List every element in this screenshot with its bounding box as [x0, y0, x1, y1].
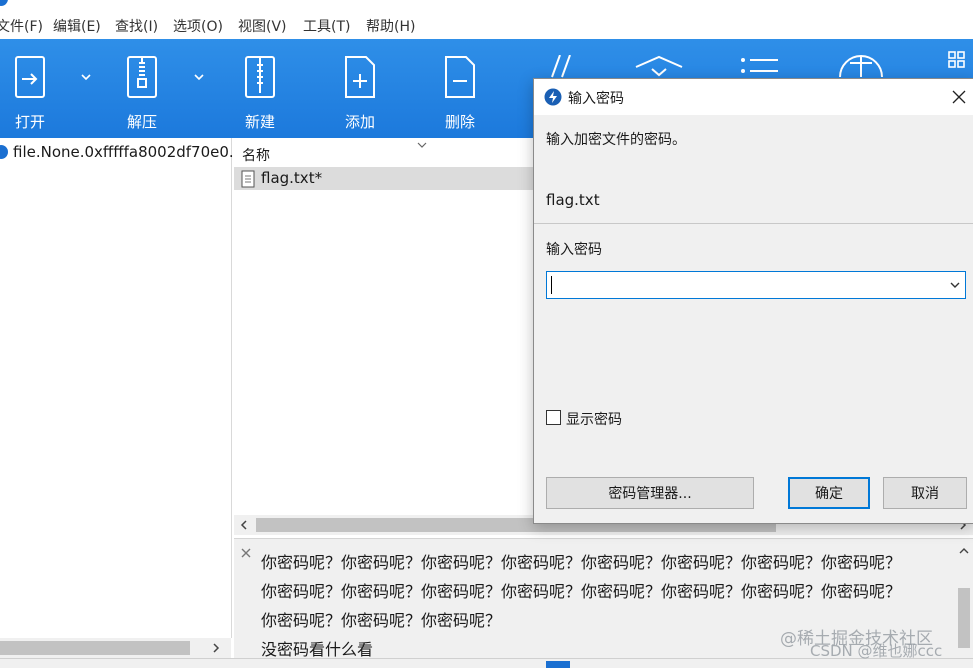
new-label: 新建	[244, 113, 275, 131]
add-file-icon	[345, 56, 375, 98]
text-caret	[551, 276, 552, 294]
text-file-icon	[241, 170, 255, 188]
sort-chevron-icon	[417, 142, 427, 148]
scrollbar-thumb[interactable]	[958, 588, 970, 648]
menu-edit[interactable]: 编辑(E)	[53, 16, 101, 36]
show-password-label[interactable]: 显示密码	[566, 409, 622, 429]
dialog-filename: flag.txt	[546, 191, 600, 209]
column-name-label: 名称	[242, 148, 270, 164]
new-archive-icon	[245, 56, 275, 98]
scroll-right-icon[interactable]	[210, 642, 222, 654]
dialog-title: 输入密码	[568, 91, 624, 107]
app-logo-icon	[544, 88, 562, 106]
table-row[interactable]: flag.txt*	[234, 167, 534, 190]
password-dialog: 输入密码 输入加密文件的密码。 flag.txt 输入密码 显示密码 密码管理器…	[533, 78, 973, 524]
menu-find[interactable]: 查找(I)	[115, 16, 158, 36]
comment-line: 你密码呢？你密码呢？你密码呢？你密码呢？你密码呢？你密码呢？你密码呢？你密码呢？	[261, 553, 902, 572]
chevron-down-icon[interactable]	[949, 280, 961, 290]
watermark-line-2: CSDN @维也娜ccc	[810, 642, 943, 660]
password-manager-button[interactable]: 密码管理器...	[546, 477, 754, 509]
delete-label: 删除	[444, 113, 475, 131]
extract-label: 解压	[126, 113, 157, 131]
divider	[534, 223, 973, 224]
scroll-left-icon[interactable]	[238, 519, 250, 531]
ok-button[interactable]: 确定	[788, 477, 870, 509]
dialog-body: 输入加密文件的密码。 flag.txt 输入密码 显示密码 密码管理器... 确…	[534, 115, 973, 523]
tree-horizontal-scrollbar[interactable]	[0, 638, 231, 658]
password-label: 输入密码	[546, 242, 602, 258]
close-icon[interactable]	[952, 90, 966, 104]
add-label: 添加	[344, 113, 375, 131]
delete-button[interactable]: 删除	[420, 39, 500, 138]
extract-button[interactable]: 解压	[102, 39, 182, 138]
file-name: flag.txt*	[261, 169, 323, 187]
grid-menu-icon[interactable]	[948, 51, 966, 73]
password-input[interactable]	[546, 271, 966, 299]
close-comment-icon[interactable]	[240, 547, 252, 559]
menu-bar: 文件(F) 编辑(E) 查找(I) 选项(O) 视图(V) 工具(T) 帮助(H…	[0, 9, 973, 39]
open-dropdown-chevron-icon[interactable]	[78, 69, 94, 85]
menu-tools[interactable]: 工具(T)	[303, 16, 350, 36]
menu-view[interactable]: 视图(V)	[238, 16, 287, 36]
menu-file[interactable]: 文件(F)	[0, 16, 43, 36]
open-label: 打开	[14, 113, 45, 131]
delete-file-icon	[445, 56, 475, 98]
menu-help[interactable]: 帮助(H)	[366, 16, 415, 36]
open-button[interactable]: 打开	[0, 39, 70, 138]
comment-vertical-scrollbar[interactable]	[955, 540, 973, 660]
zip-extract-icon	[127, 56, 157, 98]
cancel-button[interactable]: 取消	[883, 477, 967, 509]
archive-icon	[0, 145, 8, 159]
comment-line: 你密码呢？你密码呢？你密码呢？	[261, 611, 502, 630]
app-icon	[0, 0, 8, 6]
extract-dropdown-chevron-icon[interactable]	[191, 69, 207, 85]
dialog-prompt: 输入加密文件的密码。	[546, 132, 686, 148]
window-title-bar	[0, 0, 973, 9]
folder-tree: file.None.0xfffffa8002df70e0.z	[0, 138, 242, 638]
open-icon	[15, 56, 45, 98]
scrollbar-thumb[interactable]	[0, 641, 190, 655]
new-archive-button[interactable]: 新建	[220, 39, 300, 138]
column-header-name[interactable]: 名称	[234, 138, 534, 166]
comment-line: 没密码看什么看	[261, 640, 374, 659]
menu-options[interactable]: 选项(O)	[173, 16, 223, 36]
scroll-up-icon[interactable]	[958, 546, 970, 556]
show-password-checkbox[interactable]	[546, 410, 561, 425]
dialog-title-bar[interactable]: 输入密码	[534, 79, 973, 115]
tree-item-label: file.None.0xfffffa8002df70e0.z	[13, 143, 242, 161]
add-button[interactable]: 添加	[320, 39, 400, 138]
comment-line: 你密码呢？你密码呢？你密码呢？你密码呢？你密码呢？你密码呢？你密码呢？你密码呢？	[261, 582, 902, 601]
